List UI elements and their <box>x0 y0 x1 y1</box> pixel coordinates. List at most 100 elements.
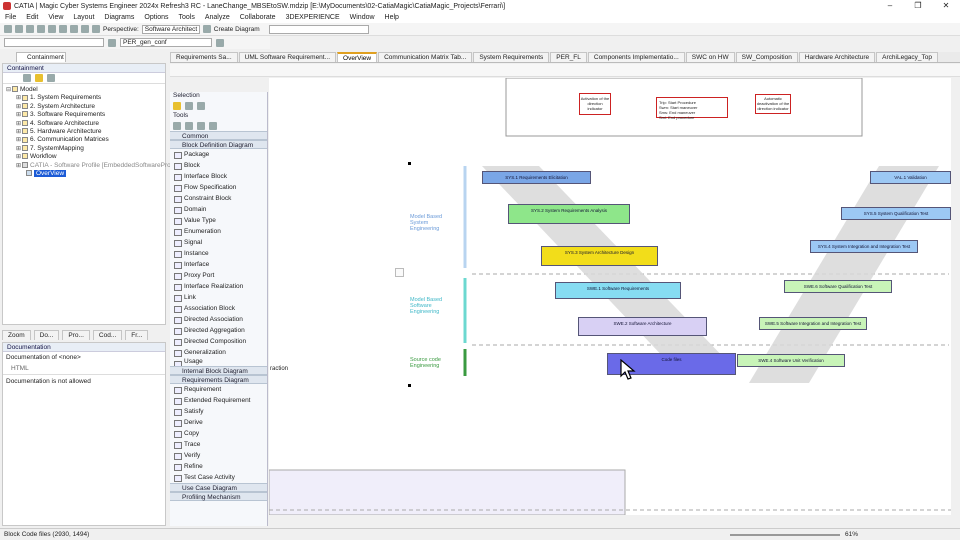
tab-per-fl[interactable]: PER_FL <box>550 52 587 62</box>
menu-file[interactable]: File <box>0 14 21 21</box>
selection-handle-top[interactable] <box>408 162 411 165</box>
minimize-button[interactable]: – <box>876 0 904 12</box>
resize-icon[interactable] <box>395 268 404 277</box>
menu-help[interactable]: Help <box>380 14 404 21</box>
palette-section-ibd[interactable]: Internal Block Diagram <box>170 366 267 375</box>
req-box-deactivation[interactable]: Automatic deactivation of the direction … <box>755 94 791 114</box>
tab-fr[interactable]: Fr... <box>125 330 149 340</box>
menu-analyze[interactable]: Analyze <box>200 14 235 21</box>
zoom-slider[interactable] <box>730 534 840 536</box>
anchor-icon[interactable] <box>185 121 193 130</box>
bar-swe5[interactable]: SWE.5 Software Integration and Integrati… <box>759 317 867 330</box>
palette-value-type[interactable]: Value Type <box>170 215 267 226</box>
palette-verify[interactable]: Verify <box>170 450 267 461</box>
zoom-icon[interactable] <box>185 102 193 110</box>
palette-proxy-port[interactable]: Proxy Port <box>170 270 267 281</box>
tab-swc-on-hw[interactable]: SWC on HW <box>685 52 735 62</box>
create-diagram-icon[interactable] <box>202 25 211 33</box>
tab-communication-matrix[interactable]: Communication Matrix Tab... <box>378 52 473 62</box>
search-combo[interactable] <box>4 38 104 47</box>
menu-3dexperience[interactable]: 3DEXPERIENCE <box>281 14 345 21</box>
palette-test-case-activity[interactable]: Test Case Activity <box>170 472 267 483</box>
tab-uml-software-requirement[interactable]: UML Software Requirement... <box>238 52 337 62</box>
config-options-icon[interactable] <box>216 38 224 47</box>
menu-diagrams[interactable]: Diagrams <box>99 14 139 21</box>
selection-handle-bottom[interactable] <box>408 384 411 387</box>
diagram-select[interactable] <box>268 24 369 34</box>
v-scrollbar[interactable] <box>952 78 960 515</box>
tree-item-workflow[interactable]: ⊞ Workflow <box>6 153 165 161</box>
tab-zoom[interactable]: Zoom <box>2 330 31 340</box>
palette-requirement[interactable]: Requirement <box>170 384 267 395</box>
save-all-icon[interactable] <box>37 25 45 33</box>
text-icon[interactable] <box>173 121 181 130</box>
palette-package[interactable]: Package <box>170 149 267 160</box>
tree-item-system-mapping[interactable]: ⊞ 7. SystemMapping <box>6 145 165 153</box>
close-button[interactable]: ✕ <box>932 0 960 12</box>
bar-sys5[interactable]: SYS.5 System Qualification Test <box>841 207 951 220</box>
tab-system-requirements[interactable]: System Requirements <box>473 52 550 62</box>
bar-val1[interactable]: VAL.1 Validation <box>870 171 951 184</box>
save-icon[interactable] <box>26 25 34 33</box>
tree-item-software-profile[interactable]: ⊞ CATIA - Software Profile [EmbeddedSoftw… <box>6 162 181 170</box>
palette-flow-specification[interactable]: Flow Specification <box>170 182 267 193</box>
tree-item-model[interactable]: ⊟ Model <box>6 86 165 94</box>
tab-overview[interactable]: OverView <box>337 52 378 62</box>
menu-tools[interactable]: Tools <box>174 14 200 21</box>
tab-sw-composition[interactable]: SW_Composition <box>735 52 798 62</box>
palette-interface-realization[interactable]: Interface Realization <box>170 281 267 292</box>
palette-domain[interactable]: Domain <box>170 204 267 215</box>
tab-archilegacy-top[interactable]: ArchiLegacy_Top <box>876 52 939 62</box>
bar-swe4[interactable]: SWE.4 Software Unit Verification <box>737 354 845 367</box>
palette-link[interactable]: Link <box>170 292 267 303</box>
html-toggle[interactable]: HTML <box>3 363 165 374</box>
print-icon[interactable] <box>48 25 56 33</box>
palette-enumeration[interactable]: Enumeration <box>170 226 267 237</box>
palette-directed-aggregation[interactable]: Directed Aggregation <box>170 325 267 336</box>
tree-item-software-architecture[interactable]: ⊞ 4. Software Architecture <box>6 120 165 128</box>
palette-interface[interactable]: Interface <box>170 259 267 270</box>
tab-documentation[interactable]: Do... <box>33 330 60 340</box>
config-select[interactable]: PER_gen_conf <box>120 38 212 47</box>
menu-collaborate[interactable]: Collaborate <box>235 14 281 21</box>
tab-properties[interactable]: Pro... <box>62 330 90 340</box>
palette-derive[interactable]: Derive <box>170 417 267 428</box>
tab-requirements-sa[interactable]: Requirements Sa... <box>170 52 238 62</box>
palette-instance[interactable]: Instance <box>170 248 267 259</box>
menu-window[interactable]: Window <box>345 14 380 21</box>
tree-item-hardware-architecture[interactable]: ⊞ 5. Hardware Architecture <box>6 128 165 136</box>
palette-extended-requirement[interactable]: Extended Requirement <box>170 395 267 406</box>
bar-swe2[interactable]: SWE.2 Software Architecture <box>578 317 707 336</box>
star-icon[interactable] <box>35 74 43 82</box>
palette-directed-composition[interactable]: Directed Composition <box>170 336 267 347</box>
palette-interface-block[interactable]: Interface Block <box>170 171 267 182</box>
tab-hardware-architecture[interactable]: Hardware Architecture <box>798 52 876 62</box>
palette-section-requirements[interactable]: Requirements Diagram <box>170 375 267 384</box>
palette-signal[interactable]: Signal <box>170 237 267 248</box>
palette-generalization[interactable]: Generalization <box>170 347 267 358</box>
tab-components-implementation[interactable]: Components Implementatio... <box>587 52 685 62</box>
menu-options[interactable]: Options <box>139 14 173 21</box>
palette-section-profiling[interactable]: Profiling Mechanism <box>170 492 267 501</box>
undo-icon[interactable] <box>59 25 67 33</box>
tab-code[interactable]: Cod... <box>92 330 123 340</box>
bar-swe6[interactable]: SWE.6 Software Qualification Test <box>784 280 892 293</box>
palette-section-bdd[interactable]: Block Definition Diagram <box>170 140 267 149</box>
tree-item-system-architecture[interactable]: ⊞ 2. System Architecture <box>6 103 165 111</box>
maximize-button[interactable]: ❐ <box>904 0 932 12</box>
menu-edit[interactable]: Edit <box>21 14 43 21</box>
palette-section-common[interactable]: Common <box>170 131 267 140</box>
palette-usage[interactable]: Usage <box>170 358 267 366</box>
config-icon[interactable] <box>108 38 116 47</box>
req-box-procedure[interactable]: Trip: Start Procedure Swm: Start maneuve… <box>656 97 728 120</box>
image-icon[interactable] <box>209 121 217 130</box>
create-diagram-button[interactable]: Create Diagram <box>214 26 260 33</box>
note-icon[interactable] <box>197 121 205 130</box>
lasso-icon[interactable] <box>197 102 205 110</box>
palette-section-use-case[interactable]: Use Case Diagram <box>170 483 267 492</box>
new-icon[interactable] <box>4 25 12 33</box>
palette-satisfy[interactable]: Satisfy <box>170 406 267 417</box>
redo-icon[interactable] <box>70 25 78 33</box>
diagram-canvas[interactable]: Activation of the direction indicator Tr… <box>269 78 951 515</box>
palette-trace[interactable]: Trace <box>170 439 267 450</box>
